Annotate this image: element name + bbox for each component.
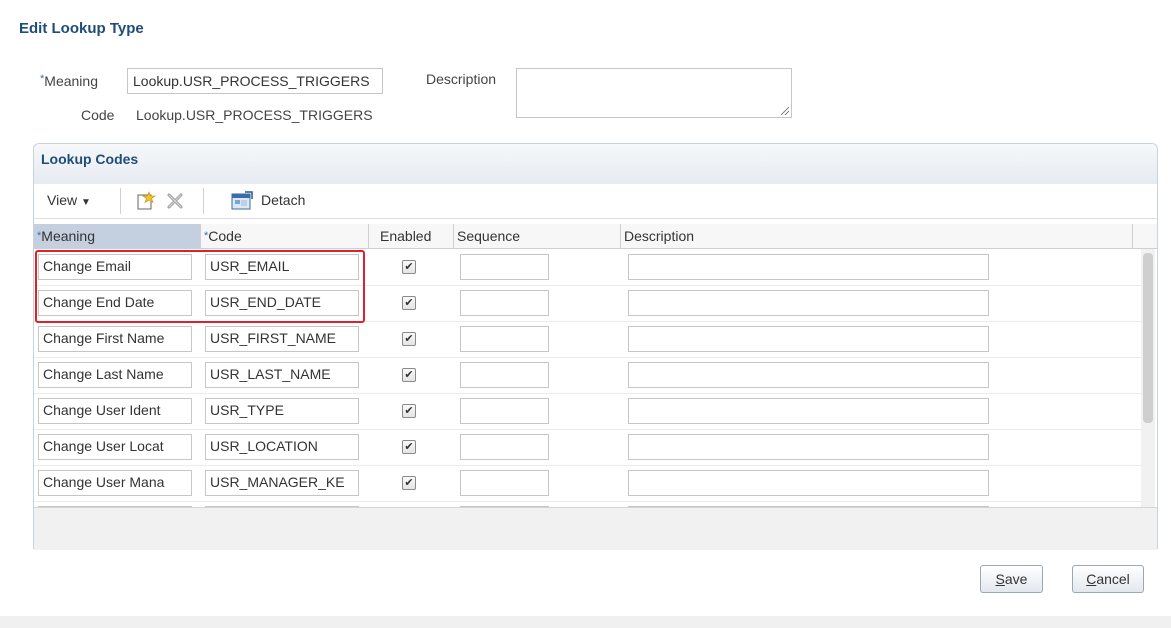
enabled-checkbox[interactable]: ✔ bbox=[402, 332, 416, 346]
column-header-label: Meaning bbox=[41, 228, 95, 244]
sequence-cell-input[interactable] bbox=[460, 470, 549, 496]
description-cell-input[interactable] bbox=[628, 362, 989, 388]
description-cell-input[interactable] bbox=[628, 326, 989, 352]
code-cell-input[interactable]: USR_LAST_NAME bbox=[205, 362, 359, 388]
enabled-checkbox[interactable]: ✔ bbox=[402, 296, 416, 310]
save-mnemonic: S bbox=[995, 571, 1005, 587]
enabled-checkbox[interactable]: ✔ bbox=[402, 440, 416, 454]
lookup-codes-panel: Lookup Codes View ▼ Detach *Meaning *Cod… bbox=[33, 143, 1158, 550]
meaning-cell-input[interactable]: Change Last Name bbox=[38, 362, 192, 388]
resize-grip-icon[interactable] bbox=[781, 107, 789, 115]
description-cell-input[interactable] bbox=[628, 290, 989, 316]
save-label: ave bbox=[1004, 571, 1028, 587]
meaning-label: *Meaning bbox=[40, 73, 98, 89]
detach-icon bbox=[231, 191, 253, 210]
enabled-checkbox[interactable]: ✔ bbox=[402, 476, 416, 490]
meaning-cell-input[interactable]: Change User Locat bbox=[38, 434, 192, 460]
description-cell-input[interactable] bbox=[628, 254, 989, 280]
enabled-checkbox[interactable]: ✔ bbox=[402, 260, 416, 274]
description-label: Description bbox=[426, 71, 497, 87]
meaning-cell-input[interactable]: Change User Mana bbox=[38, 470, 192, 496]
scroll-thumb[interactable] bbox=[1143, 253, 1153, 423]
meaning-cell-input[interactable]: Change User Ident bbox=[38, 398, 192, 424]
code-value: Lookup.USR_PROCESS_TRIGGERS bbox=[136, 107, 373, 123]
toolbar-separator bbox=[203, 188, 204, 214]
table-row: Change First Name USR_FIRST_NAME ✔ bbox=[34, 321, 1143, 358]
table-body: Change Email USR_EMAIL ✔ Change End Date USR… bbox=[34, 249, 1157, 507]
table-status-bar bbox=[34, 507, 1157, 550]
cancel-mnemonic: C bbox=[1086, 571, 1097, 587]
sequence-cell-input[interactable] bbox=[460, 362, 549, 388]
lookup-codes-title: Lookup Codes bbox=[41, 151, 139, 167]
meaning-cell-input[interactable]: Change First Name bbox=[38, 326, 192, 352]
sequence-cell-input[interactable] bbox=[460, 254, 549, 280]
code-cell-input[interactable]: USR_EMAIL bbox=[205, 254, 359, 280]
description-textarea[interactable] bbox=[516, 68, 792, 118]
description-cell-input[interactable] bbox=[628, 470, 989, 496]
table-row: Change User Locat USR_LOCATION ✔ bbox=[34, 429, 1143, 466]
table-row: Change Last Name USR_LAST_NAME ✔ bbox=[34, 357, 1143, 394]
footer-strip bbox=[0, 616, 1171, 628]
code-label: Code bbox=[81, 107, 115, 123]
enabled-checkbox[interactable]: ✔ bbox=[402, 368, 416, 382]
chevron-down-icon: ▼ bbox=[80, 197, 91, 208]
column-header-meaning[interactable]: *Meaning bbox=[34, 224, 201, 248]
column-header-sequence[interactable]: Sequence bbox=[454, 224, 621, 248]
lookup-codes-header: Lookup Codes bbox=[34, 144, 1157, 185]
sequence-cell-input[interactable] bbox=[460, 290, 549, 316]
column-header-label: Code bbox=[208, 228, 242, 244]
save-button[interactable]: Save bbox=[980, 565, 1043, 593]
cancel-button[interactable]: Cancel bbox=[1072, 565, 1144, 593]
detach-label[interactable]: Detach bbox=[261, 192, 305, 208]
code-cell-input[interactable]: USR_FIRST_NAME bbox=[205, 326, 359, 352]
meaning-cell-input[interactable]: Change Email bbox=[38, 254, 192, 280]
meaning-cell-input[interactable]: Change End Date bbox=[38, 290, 192, 316]
new-row-icon[interactable] bbox=[136, 191, 156, 211]
toolbar-separator bbox=[120, 188, 121, 214]
sequence-cell-input[interactable] bbox=[460, 398, 549, 424]
page-title: Edit Lookup Type bbox=[19, 20, 144, 37]
code-cell-input[interactable]: USR_END_DATE bbox=[205, 290, 359, 316]
table-header: *Meaning *Code Enabled Sequence Descript… bbox=[34, 224, 1157, 249]
delete-row-icon[interactable] bbox=[165, 191, 185, 211]
column-header-enabled[interactable]: Enabled bbox=[369, 224, 454, 248]
enabled-checkbox[interactable]: ✔ bbox=[402, 404, 416, 418]
column-header-code[interactable]: *Code bbox=[201, 224, 369, 248]
description-cell-input[interactable] bbox=[628, 434, 989, 460]
table-row: Change End Date USR_END_DATE ✔ bbox=[34, 285, 1143, 322]
view-menu-label: View bbox=[47, 192, 78, 208]
table-row: Change User Mana USR_MANAGER_KE ✔ bbox=[34, 465, 1143, 502]
description-cell-input[interactable] bbox=[628, 398, 989, 424]
cancel-label: ancel bbox=[1096, 571, 1130, 587]
code-cell-input[interactable]: USR_LOCATION bbox=[205, 434, 359, 460]
sequence-cell-input[interactable] bbox=[460, 326, 549, 352]
meaning-input[interactable] bbox=[127, 68, 383, 94]
table-row: Change User Ident USR_TYPE ✔ bbox=[34, 393, 1143, 430]
vertical-scrollbar[interactable] bbox=[1141, 249, 1155, 507]
code-cell-input[interactable]: USR_MANAGER_KE bbox=[205, 470, 359, 496]
column-header-description[interactable]: Description bbox=[621, 224, 1133, 248]
code-cell-input[interactable]: USR_TYPE bbox=[205, 398, 359, 424]
table-row: Change Email USR_EMAIL ✔ bbox=[34, 249, 1143, 286]
sequence-cell-input[interactable] bbox=[460, 434, 549, 460]
table-toolbar: View ▼ Detach bbox=[34, 184, 1157, 219]
view-menu[interactable]: View ▼ bbox=[47, 192, 91, 208]
meaning-label-text: Meaning bbox=[44, 73, 98, 89]
